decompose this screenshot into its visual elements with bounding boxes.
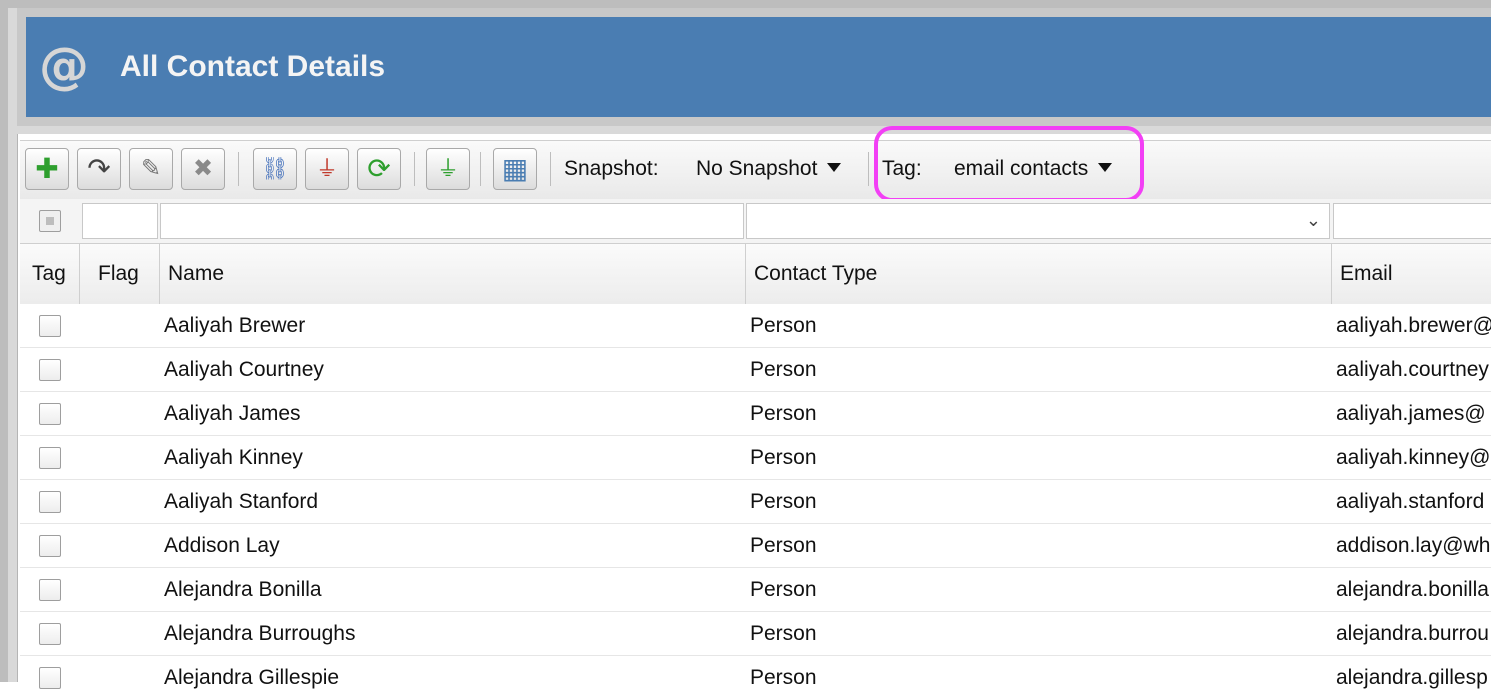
contact-email: aaliyah.stanford [1336,490,1485,513]
row-tag-checkbox[interactable] [39,403,61,425]
table-row[interactable]: Alejandra Burroughs Person alejandra.bur… [20,612,1491,656]
row-tag-checkbox[interactable] [39,359,61,381]
page-title: All Contact Details [120,50,386,83]
table-row[interactable]: Aaliyah Brewer Person aaliyah.brewer@ [20,304,1491,348]
toolbar-separator [480,152,481,186]
link-button[interactable]: ⛓ [253,148,297,190]
contact-name: Alejandra Bonilla [164,578,322,601]
table-row[interactable]: Alejandra Gillespie Person alejandra.gil… [20,656,1491,689]
contact-name: Aaliyah Kinney [164,446,303,469]
chevron-down-icon: ⌄ [1305,210,1321,230]
toolbar-separator [550,152,551,186]
refresh-icon: ⟳ [367,153,391,184]
contact-name: Addison Lay [164,534,280,557]
row-tag-checkbox[interactable] [39,447,61,469]
columns-button[interactable]: ▦ [493,148,537,190]
add-button[interactable]: ✚ [25,148,69,190]
name-filter-input[interactable] [160,203,744,239]
contact-name: Alejandra Gillespie [164,666,340,689]
contact-email: alejandra.bonilla [1336,578,1489,601]
link-icon: ⛓ [261,156,289,181]
table-row[interactable]: Aaliyah Kinney Person aaliyah.kinney@ [20,436,1491,480]
contact-email: aaliyah.james@ [1336,402,1486,425]
column-header-name[interactable]: Name [160,244,746,304]
contact-name: Alejandra Burroughs [164,622,356,645]
table-row[interactable]: Aaliyah Courtney Person aaliyah.courtney [20,348,1491,392]
row-tag-checkbox[interactable] [39,623,61,645]
caret-down-icon [827,162,842,172]
table-row[interactable]: Alejandra Bonilla Person alejandra.bonil… [20,568,1491,612]
filter-button[interactable]: ⏚ [426,148,470,190]
contact-email: aaliyah.brewer@ [1336,314,1491,337]
contact-email: alejandra.gillesp [1336,666,1488,689]
filter-icon: ⏚ [436,156,459,181]
contact-email: aaliyah.kinney@ [1336,446,1491,469]
snapshot-value: No Snapshot [696,157,818,180]
refresh-button[interactable]: ⟳ [357,148,401,190]
clear-filter-button[interactable]: ⏚ [305,148,349,190]
column-header-email[interactable]: Email [1332,244,1491,304]
contact-email: aaliyah.courtney [1336,358,1489,381]
contact-type: Person [750,314,817,337]
email-filter-input[interactable] [1333,203,1491,239]
table-row[interactable]: Aaliyah Stanford Person aaliyah.stanford [20,480,1491,524]
toolbar-separator [414,152,415,186]
forward-arrow-icon: ↷ [87,153,111,184]
delete-button[interactable]: ✖ [181,148,225,190]
toolbar-separator [238,152,239,186]
row-tag-checkbox[interactable] [39,535,61,557]
contact-name: Aaliyah Courtney [164,358,324,381]
contact-name: Aaliyah James [164,402,301,425]
row-tag-checkbox[interactable] [39,667,61,689]
row-tag-checkbox[interactable] [39,315,61,337]
filter-clear-icon: ⏚ [315,156,338,181]
flag-filter[interactable] [82,203,158,239]
contact-type: Person [750,534,817,557]
forward-button[interactable]: ↷ [77,148,121,190]
snapshot-dropdown[interactable]: No Snapshot [696,156,842,182]
contact-email: addison.lay@wh [1336,534,1491,557]
row-tag-checkbox[interactable] [39,579,61,601]
row-tag-checkbox[interactable] [39,491,61,513]
contact-type: Person [750,446,817,469]
contact-type: Person [750,578,817,601]
contact-email: alejandra.burrou [1336,622,1489,645]
contact-type: Person [750,402,817,425]
pencil-icon: ✎ [140,155,162,182]
contact-type-filter-select[interactable]: ⌄ [746,203,1330,239]
select-all-checkbox[interactable] [39,210,61,232]
snapshot-label: Snapshot: [564,157,659,180]
table-row[interactable]: Addison Lay Person addison.lay@wh [20,524,1491,568]
plus-icon: ✚ [35,153,59,184]
column-header-contact-type[interactable]: Contact Type [746,244,1332,304]
table-row[interactable]: Aaliyah James Person aaliyah.james@ [20,392,1491,436]
contact-name: Aaliyah Brewer [164,314,306,337]
contact-type: Person [750,490,817,513]
edit-button[interactable]: ✎ [129,148,173,190]
contact-type: Person [750,358,817,381]
at-sign-icon: @ [39,37,89,95]
column-header-flag[interactable]: Flag [80,244,160,304]
column-header-tag[interactable]: Tag [20,244,80,304]
contact-name: Aaliyah Stanford [164,490,319,513]
contact-type: Person [750,666,817,689]
x-icon: ✖ [192,155,214,182]
tag-highlight-annotation [874,126,1144,202]
contact-type: Person [750,622,817,645]
grid-icon: ▦ [501,153,529,184]
toolbar-separator [868,152,869,186]
